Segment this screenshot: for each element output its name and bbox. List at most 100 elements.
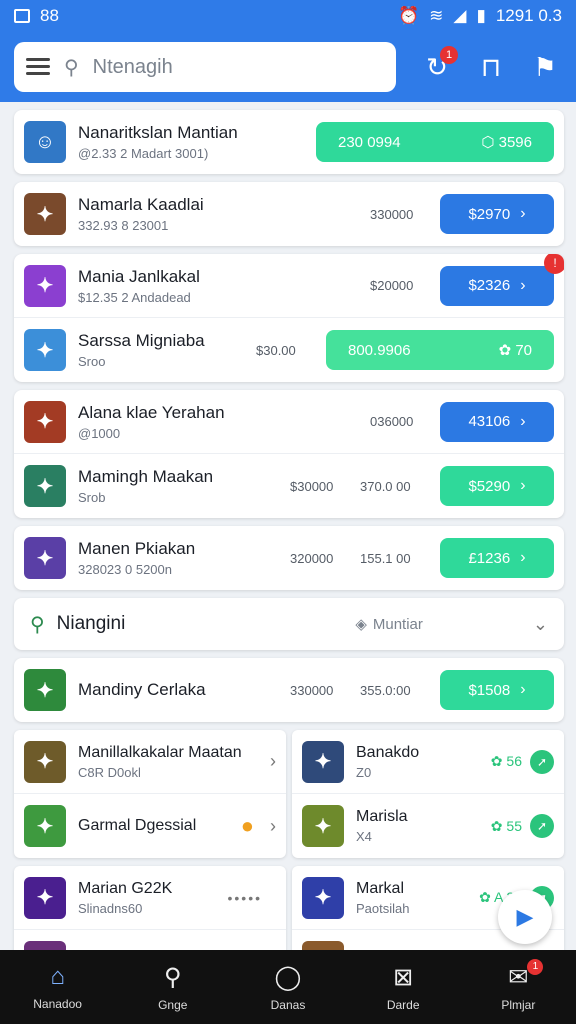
arrow-right-icon: › <box>520 412 526 430</box>
buy-button[interactable]: 800.9906 ✿ 70 <box>326 330 554 370</box>
grid-column: ✦ Banakdo Z0 ✿ 56 ➚ ✦ Marisla X4 ✿ 55 ➚ <box>292 730 564 858</box>
nav-item[interactable]: ⊠ Darde <box>358 963 448 1012</box>
item-title: Markal <box>356 879 405 897</box>
group-card: ✦ Namarla Kaadlai 332.93 8 23001 330000 $297… <box>14 182 564 246</box>
item-price: 330000 <box>370 206 414 222</box>
item-sub: @1000 <box>78 425 121 441</box>
item-title: Banakdo <box>356 743 420 761</box>
play-fab[interactable]: ▶ <box>498 890 552 944</box>
tag-icon: ◈ <box>355 616 367 633</box>
list-item[interactable]: ✦ Mamingh Maakan Srob $30000 370.0 00 $5290 › <box>14 454 564 518</box>
buy-button[interactable]: £1236 › <box>440 538 554 578</box>
item-text: Namarla Kaadlai 332.93 8 23001 <box>78 195 370 233</box>
store-icon[interactable]: ⊓ <box>474 50 508 84</box>
list-item[interactable]: ☺ Nanaritkslan Mantian @2.33 2 Madart 30… <box>14 110 564 174</box>
game-avatar: ✦ <box>24 329 66 371</box>
menu-icon[interactable] <box>26 58 50 76</box>
group-card: ✦ Alana klae Yerahan @1000 036000 43106 › ✦ Mam… <box>14 390 564 518</box>
game-avatar: ✦ <box>24 465 66 507</box>
action-icon[interactable]: ➚ <box>530 749 554 774</box>
item-price: $30.00 <box>256 342 296 358</box>
game-avatar: ✦ <box>24 537 66 579</box>
game-avatar: ✦ <box>24 264 66 307</box>
buy-button-label: 43106 <box>468 413 511 430</box>
grid-item[interactable]: ✦ Manillalkakalar Maatan C8R D0okl › <box>14 730 286 794</box>
buy-button-label: £1236 <box>468 549 511 567</box>
item-stat: ✿ 55 <box>490 817 522 834</box>
notification-icon <box>14 9 30 23</box>
arrow-right-icon: › <box>520 549 526 566</box>
status-left: 88 <box>40 6 59 25</box>
buy-button-label: $2326 <box>468 277 511 294</box>
more-icon[interactable]: ••••• <box>227 890 262 906</box>
filter-value[interactable]: ◈ Muntiar <box>355 615 423 634</box>
item-text: Mania Janlkakal $12.35 2 Andadead <box>78 267 370 305</box>
grid-item[interactable]: ✦ Marian G22K Slinadns60 ••••• <box>14 866 286 930</box>
item-sub: C8R D0okl <box>78 764 141 780</box>
grid-item[interactable]: ✦ Marisla X4 ✿ 55 ➚ <box>292 794 564 858</box>
grid-item[interactable]: ✦ Banakdo Z0 ✿ 56 ➚ <box>292 730 564 794</box>
item-sub: @2.33 2 Madart 3001) <box>78 146 209 161</box>
list-item[interactable]: ✦ Alana klae Yerahan @1000 036000 43106 › <box>14 390 564 454</box>
buy-button[interactable]: $1508 › <box>440 670 554 710</box>
coin-icon: ● <box>240 813 254 838</box>
item-text: Garmal Dgessial <box>78 817 241 835</box>
item-title: Marian G22K <box>78 879 173 897</box>
buy-button[interactable]: $2326 ›! <box>440 254 564 306</box>
list-item[interactable]: ✦ Sarssa Migniaba Sroo $30.00 800.9906 ✿ 70 <box>14 318 564 382</box>
buy-button[interactable]: 43106 › <box>440 401 554 442</box>
nav-icon: ⊠ <box>393 963 414 991</box>
coin-icon: ⬡ 3596 <box>481 134 532 151</box>
nav-label: Plmjar <box>501 997 536 1012</box>
profile-icon[interactable]: ⚑ <box>528 50 562 84</box>
filter-bar[interactable]: ⚲ Niangini ◈ Muntiar ⌄ <box>14 598 564 650</box>
search-input[interactable]: Ntenagih <box>93 56 173 79</box>
item-text: Alana klae Yerahan @1000 <box>78 403 370 441</box>
game-avatar: ✦ <box>24 400 66 443</box>
signal-icon: ◢ <box>453 6 467 25</box>
featured-btn-left: 230 0994 <box>338 133 401 151</box>
item-title: Nanaritkslan Mantian <box>78 123 238 142</box>
nav-badge: 1 <box>527 958 544 975</box>
item-title: Sarssa Migniaba <box>78 331 205 350</box>
nav-label: Darde <box>386 997 420 1012</box>
nav-item[interactable]: ⚲ Gnge <box>128 963 218 1012</box>
buy-button[interactable]: $5290 › <box>440 466 554 506</box>
item-text: Mandiny Cerlaka <box>78 680 290 700</box>
buy-button-label: $1508 <box>468 681 511 699</box>
item-text: Sarssa Migniaba Sroo <box>78 331 256 369</box>
grid-item[interactable]: ✦ Garmal Dgessial ● › <box>14 794 286 858</box>
status-time: 1291 0.3 <box>495 6 562 25</box>
game-avatar: ✦ <box>302 740 344 783</box>
nav-label: Nanadoo <box>33 997 82 1011</box>
game-avatar: ✦ <box>302 876 344 919</box>
nav-item[interactable]: ✉ Plmjar 1 <box>473 958 563 1012</box>
item-title: Mandiny Cerlaka <box>78 680 206 699</box>
search-bar[interactable]: ⚲ Ntenagih <box>14 42 396 92</box>
list-item[interactable]: ✦ Namarla Kaadlai 332.93 8 23001 330000 $297… <box>14 182 564 246</box>
refresh-icon[interactable]: ↻ 1 <box>420 46 458 84</box>
chevron-down-icon[interactable]: ⌄ <box>533 614 548 635</box>
grid-section: ✦ Manillalkakalar Maatan C8R D0okl › ✦ Garmal… <box>14 730 564 858</box>
buy-button[interactable]: $2970 › <box>440 194 554 234</box>
item-text: Markal Paotsilah <box>356 880 479 916</box>
item-text: Banakdo Z0 <box>356 744 491 780</box>
game-avatar: ✦ <box>24 669 66 711</box>
chevron-right-icon[interactable]: › <box>270 751 276 772</box>
game-avatar: ✦ <box>24 193 66 235</box>
list-item[interactable]: ✦ Mania Janlkakal $12.35 2 Andadead $20000 $… <box>14 254 564 318</box>
item-title: Manen Pkiakan <box>78 539 196 558</box>
group-card: ✦ Mandiny Cerlaka 330000 355.0:00 $1508 › <box>14 658 564 722</box>
featured-buy-button[interactable]: 230 0994 ⬡ 3596 <box>316 122 554 162</box>
filter-label: Niangini <box>56 613 126 634</box>
action-icon[interactable]: ➚ <box>530 814 554 838</box>
item-sub: $12.35 2 Andadead <box>78 289 191 305</box>
nav-item[interactable]: ◯ Danas <box>243 963 333 1012</box>
nav-item[interactable]: ⌂ Nanadoo <box>13 963 103 1011</box>
chevron-right-icon[interactable]: › <box>270 816 276 837</box>
item-price-alt: 155.1 00 <box>360 550 411 566</box>
list-item[interactable]: ✦ Mandiny Cerlaka 330000 355.0:00 $1508 › <box>14 658 564 722</box>
item-price: 320000 <box>290 550 334 566</box>
featured-card: ☺ Nanaritkslan Mantian @2.33 2 Madart 30… <box>14 110 564 174</box>
list-item[interactable]: ✦ Manen Pkiakan 328023 0 5200n 320000 155.1 … <box>14 526 564 590</box>
